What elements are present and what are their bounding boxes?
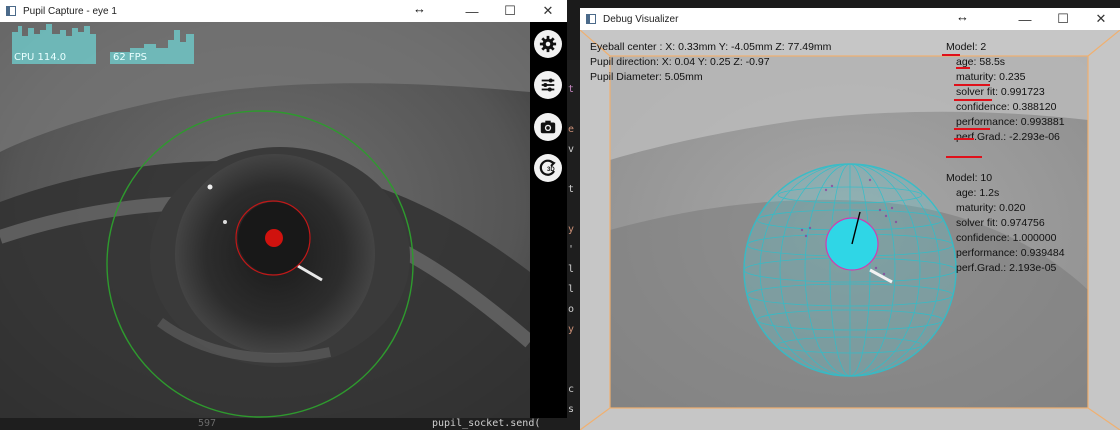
close-button[interactable]: ✕ — [529, 0, 567, 22]
model-perf-grad: perf.Grad.: 2.193e-05 — [956, 262, 1057, 274]
annotation-underline — [942, 54, 960, 56]
eyeball-center-readout: Eyeball center : X: 0.33mm Y: -4.05mm Z:… — [590, 41, 832, 53]
cpu-label: CPU 114.0 — [14, 52, 67, 63]
resize-cursor-icon: ↔ — [413, 1, 426, 16]
app-icon — [6, 6, 16, 16]
title-bar[interactable]: Pupil Capture - eye 1 — ☐ ✕ — [0, 0, 567, 22]
fps-label: 62 FPS — [113, 52, 148, 63]
annotation-underline — [954, 99, 992, 101]
settings-button[interactable] — [534, 30, 562, 58]
background-editor: t e v t y ' l l o y c s — [567, 60, 580, 430]
plugins-button[interactable] — [534, 71, 562, 99]
minimize-button[interactable]: — — [453, 0, 491, 22]
app-icon — [586, 14, 596, 24]
window-title: Debug Visualizer — [603, 13, 679, 25]
title-bar[interactable]: Debug Visualizer — ☐ ✕ — [580, 8, 1120, 30]
model-confidence: confidence: 1.000000 — [956, 232, 1057, 244]
pupil-capture-window: Pupil Capture - eye 1 — ☐ ✕ ↔ CPU 114.0 … — [0, 0, 567, 430]
3d-visualizer-canvas[interactable]: Eyeball center : X: 0.33mm Y: -4.05mm Z:… — [580, 30, 1120, 430]
svg-text:3D: 3D — [547, 167, 555, 173]
model-10-stats: Model: 10 age: 1.2s maturity: 0.020 solv… — [946, 171, 1065, 276]
code-line: pupil_socket.send( — [432, 418, 541, 429]
snapshot-button[interactable] — [534, 113, 562, 141]
model-maturity: maturity: 0.020 — [956, 202, 1026, 214]
sidebar: 3D — [530, 22, 567, 430]
eye-camera-view[interactable] — [0, 22, 530, 430]
model-maturity: maturity: 0.235 — [956, 71, 1026, 83]
camera-icon — [540, 120, 556, 134]
pupil-direction-readout: Pupil direction: X: 0.04 Y: 0.25 Z: -0.9… — [590, 56, 770, 68]
annotation-underline — [954, 84, 990, 86]
model-title: Model: 10 — [946, 172, 993, 184]
maximize-button[interactable]: ☐ — [1044, 8, 1082, 30]
resize-cursor-icon: ↔ — [956, 9, 969, 24]
close-button[interactable]: ✕ — [1082, 8, 1120, 30]
annotation-underline — [954, 138, 974, 140]
eye-info: Eyeball center : X: 0.33mm Y: -4.05mm Z:… — [590, 40, 831, 85]
model-age: age: 1.2s — [956, 187, 1000, 199]
minimize-button[interactable]: — — [1006, 8, 1044, 30]
background-editor-bottom: 597 pupil_socket.send( — [0, 418, 580, 430]
model-confidence: confidence: 0.388120 — [956, 101, 1057, 113]
annotation-underline — [946, 156, 982, 158]
model-title: Model: 2 — [946, 41, 987, 53]
model-solver-fit: solver fit: 0.974756 — [956, 217, 1045, 229]
annotation-underline — [956, 67, 970, 69]
window-title: Pupil Capture - eye 1 — [23, 5, 117, 17]
maximize-button[interactable]: ☐ — [491, 0, 529, 22]
3d-rotate-icon: 3D — [539, 159, 556, 176]
3d-reset-button[interactable]: 3D — [534, 154, 562, 182]
model-solver-fit: solver fit: 0.991723 — [956, 86, 1045, 98]
gear-icon — [539, 35, 557, 53]
debug-visualizer-window: Debug Visualizer — ☐ ✕ ↔ Eyeball center … — [580, 8, 1120, 430]
annotation-underline — [954, 128, 990, 130]
pupil-diameter-readout: Pupil Diameter: 5.05mm — [590, 71, 703, 83]
line-number: 597 — [198, 418, 217, 429]
model-performance: performance: 0.939484 — [956, 247, 1065, 259]
sliders-icon — [541, 78, 555, 92]
